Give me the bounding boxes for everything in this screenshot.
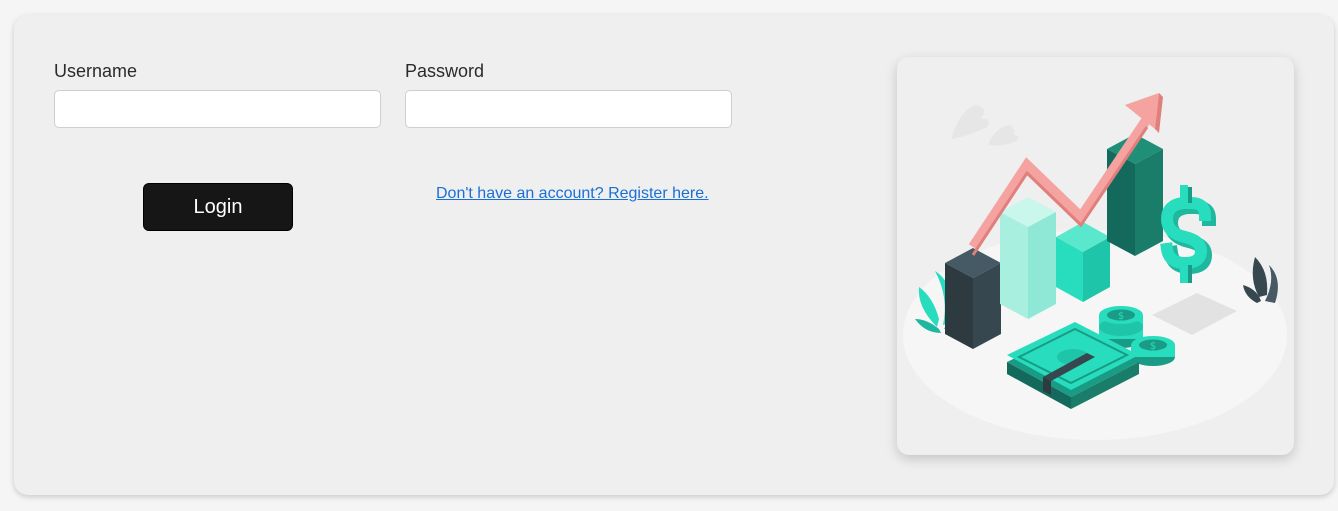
password-label: Password bbox=[405, 61, 485, 81]
login-button[interactable]: Login bbox=[143, 183, 293, 231]
login-card: Username Password Login Don't have an ac… bbox=[14, 15, 1334, 495]
svg-text:$: $ bbox=[1150, 341, 1156, 352]
username-label: Username bbox=[54, 61, 138, 81]
svg-text:$: $ bbox=[1118, 311, 1124, 322]
illustration-panel: $ $ bbox=[897, 57, 1294, 455]
register-link[interactable]: Don't have an account? Register here. bbox=[436, 185, 709, 203]
finance-growth-illustration: $ $ bbox=[903, 93, 1287, 440]
password-input[interactable] bbox=[405, 90, 732, 128]
username-input[interactable] bbox=[54, 90, 381, 128]
